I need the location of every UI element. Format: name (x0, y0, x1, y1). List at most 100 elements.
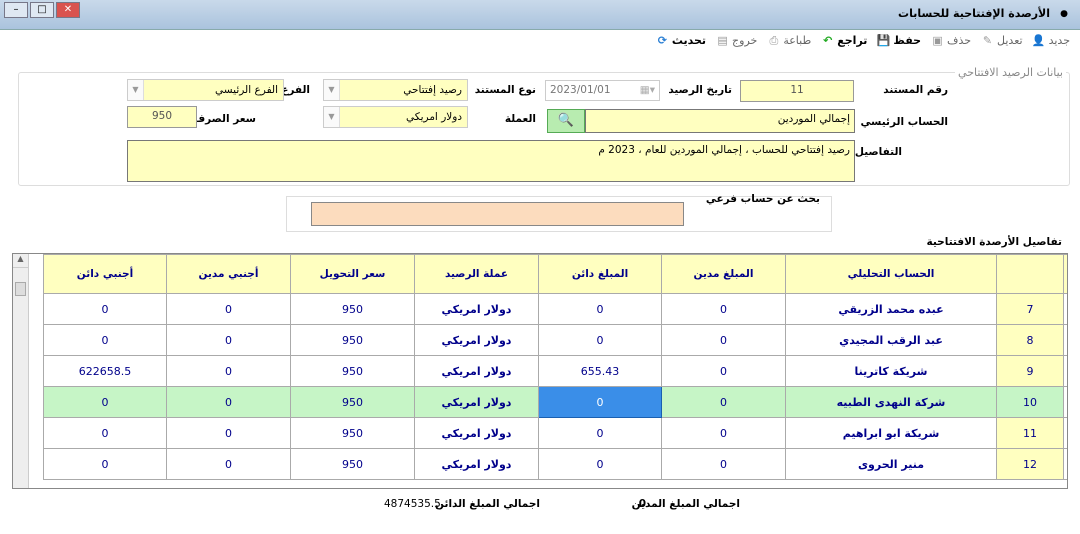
vertical-scrollbar[interactable]: ▲ (13, 254, 29, 488)
sub-account-search-input[interactable] (311, 202, 684, 226)
column-header[interactable]: أجنبي مدين (166, 254, 291, 294)
cell-fcredit[interactable]: 0 (43, 386, 167, 418)
table-row[interactable]: 0 0 950 دولار امريكي 0 0 عبد الرقب المجيدي 8 (43, 324, 1067, 356)
cell-account[interactable]: عبده محمد الزريقي (785, 293, 997, 325)
cell-no[interactable]: 12 (996, 448, 1064, 480)
cell-credit[interactable]: 0 (538, 386, 662, 418)
rate-label: سعر الصرف (192, 113, 256, 125)
cell-account[interactable]: شريكة كاترينا (785, 355, 997, 387)
refresh-icon: ⟳ (657, 34, 667, 47)
cell-fcredit[interactable]: 0 (43, 293, 167, 325)
row-indicator[interactable] (1063, 324, 1067, 356)
print-button[interactable]: طباعة ⎙ (767, 34, 811, 47)
cell-fcredit[interactable]: 0 (43, 417, 167, 449)
cell-currency[interactable]: دولار امريكي (414, 448, 539, 480)
cell-fdebit[interactable]: 0 (166, 417, 291, 449)
table-row[interactable]: 0 0 950 دولار امريكي 0 0 شريكة ابو ابراهيم 11 (43, 417, 1067, 449)
table-row[interactable]: 0 0 950 دولار امريكي 0 0 منير الحروى 12 (43, 448, 1067, 480)
user-add-button[interactable]: جديد 👤 (1032, 34, 1070, 47)
save-button[interactable]: حفظ 💾 (877, 34, 921, 47)
doc-type-select[interactable]: ▼ رصيد إفتتاحي (323, 79, 468, 101)
cell-rate[interactable]: 950 (290, 448, 415, 480)
cell-currency[interactable]: دولار امريكي (414, 355, 539, 387)
branch-label: الفرع (281, 84, 310, 96)
cell-no[interactable]: 9 (996, 355, 1064, 387)
table-row[interactable]: 00950دولار امريكي00شركة النهدى الطبيه10◀ (43, 386, 1067, 418)
cell-debit[interactable]: 0 (661, 293, 786, 325)
cell-currency[interactable]: دولار امريكي (414, 417, 539, 449)
table-row[interactable]: 0 0 950 دولار امريكي 0 0 عبده محمد الزريقي 7 (43, 293, 1067, 325)
close-button[interactable]: ✕ (56, 2, 80, 18)
cell-debit[interactable]: 0 (661, 448, 786, 480)
cell-currency[interactable]: دولار امريكي (414, 324, 539, 356)
calendar-icon[interactable]: ▦▾ (640, 84, 655, 96)
cell-fdebit[interactable]: 0 (166, 324, 291, 356)
date-picker[interactable]: 2023/01/01 ▦▾ (545, 80, 660, 101)
cell-credit[interactable]: 655.43 (538, 355, 662, 387)
row-indicator[interactable] (1063, 355, 1067, 387)
toolbar-label: تراجع (837, 34, 868, 47)
doc-no-field[interactable]: 11 (740, 80, 854, 102)
scrollbar-thumb[interactable] (15, 282, 26, 296)
main-account-field[interactable]: إجمالي الموردين (585, 109, 855, 133)
refresh-button[interactable]: تحديث ⟳ (656, 34, 706, 47)
column-header[interactable]: أجنبي دائن (43, 254, 167, 294)
column-header[interactable]: سعر التحويل (290, 254, 415, 294)
cell-fcredit[interactable]: 622658.5 (43, 355, 167, 387)
currency-select[interactable]: ▼ دولار امريكي (323, 106, 468, 128)
rate-field[interactable]: 950 (127, 106, 197, 128)
exit-icon: ▤ (717, 34, 728, 47)
cell-account[interactable]: منير الحروى (785, 448, 997, 480)
cell-fdebit[interactable]: 0 (166, 386, 291, 418)
minimize-button[interactable]: – (4, 2, 28, 18)
cell-currency[interactable]: دولار امريكي (414, 293, 539, 325)
cell-credit[interactable]: 0 (538, 324, 662, 356)
column-header[interactable]: عملة الرصيد (414, 254, 539, 294)
cell-debit[interactable]: 0 (661, 386, 786, 418)
search-account-button[interactable]: 🔍 (547, 109, 585, 133)
cell-currency[interactable]: دولار امريكي (414, 386, 539, 418)
cell-no[interactable]: 10 (996, 386, 1064, 418)
cell-no[interactable]: 8 (996, 324, 1064, 356)
row-indicator[interactable]: ◀ (1063, 386, 1067, 418)
maximize-button[interactable]: □ (30, 2, 54, 18)
edit-icon: ✎ (982, 34, 993, 47)
delete-button[interactable]: حذف ▣ (931, 34, 971, 47)
edit-button[interactable]: تعديل ✎ (981, 34, 1023, 47)
branch-select[interactable]: ▼ الفرع الرئيسي (127, 79, 284, 101)
cell-rate[interactable]: 950 (290, 324, 415, 356)
cell-rate[interactable]: 950 (290, 293, 415, 325)
cell-fdebit[interactable]: 0 (166, 448, 291, 480)
cell-account[interactable]: شركة النهدى الطبيه (785, 386, 997, 418)
cell-rate[interactable]: 950 (290, 417, 415, 449)
undo-icon: ↶ (823, 34, 833, 47)
row-indicator[interactable] (1063, 417, 1067, 449)
row-indicator[interactable] (1063, 293, 1067, 325)
column-header[interactable]: الحساب التحليلي (785, 254, 997, 294)
cell-fdebit[interactable]: 0 (166, 355, 291, 387)
cell-account[interactable]: شريكة ابو ابراهيم (785, 417, 997, 449)
toolbar-label: خروج (732, 34, 758, 47)
cell-debit[interactable]: 0 (661, 324, 786, 356)
cell-credit[interactable]: 0 (538, 417, 662, 449)
column-header[interactable]: المبلغ مدين (661, 254, 786, 294)
cell-fdebit[interactable]: 0 (166, 293, 291, 325)
column-header[interactable]: المبلغ دائن (538, 254, 662, 294)
cell-rate[interactable]: 950 (290, 386, 415, 418)
cell-debit[interactable]: 0 (661, 355, 786, 387)
cell-no[interactable]: 7 (996, 293, 1064, 325)
cell-account[interactable]: عبد الرقب المجيدي (785, 324, 997, 356)
undo-button[interactable]: تراجع ↶ (821, 34, 867, 47)
cell-credit[interactable]: 0 (538, 293, 662, 325)
cell-rate[interactable]: 950 (290, 355, 415, 387)
cell-debit[interactable]: 0 (661, 417, 786, 449)
exit-button[interactable]: خروج ▤ (716, 34, 757, 47)
details-textarea[interactable]: رصيد إفتتاحي للحساب ، إجمالي الموردين لل… (127, 140, 855, 182)
cell-fcredit[interactable]: 0 (43, 324, 167, 356)
table-row[interactable]: 622658.5 0 950 دولار امريكي 655.43 0 شريكة كات… (43, 355, 1067, 387)
cell-fcredit[interactable]: 0 (43, 448, 167, 480)
cell-no[interactable]: 11 (996, 417, 1064, 449)
save-icon: 💾 (876, 34, 891, 47)
row-indicator[interactable] (1063, 448, 1067, 480)
cell-credit[interactable]: 0 (538, 448, 662, 480)
